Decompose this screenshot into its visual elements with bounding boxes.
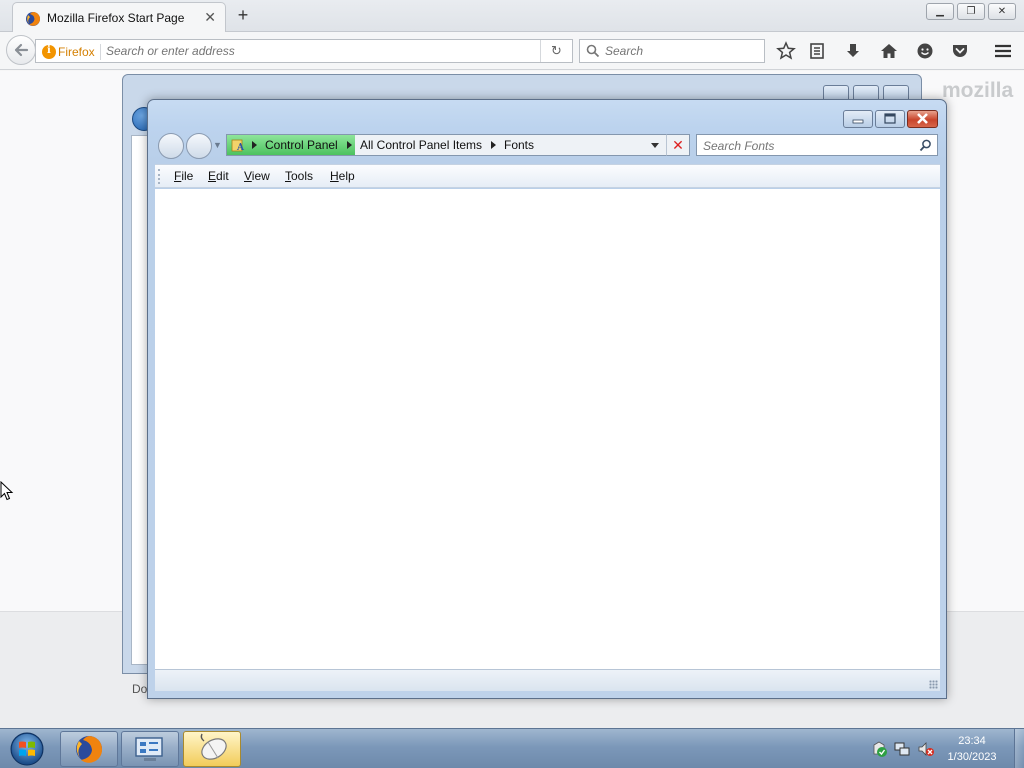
menu-file[interactable]: File xyxy=(174,169,193,183)
firefox-favicon-icon xyxy=(26,12,40,26)
show-desktop-button[interactable] xyxy=(1014,729,1024,768)
fonts-window[interactable]: ▼ A Control Panel All Control Panel Item… xyxy=(147,99,947,699)
tab-bar: Mozilla Firefox Start Page ✕ + ▁ ❐ ✕ xyxy=(0,0,1024,33)
tab-close-icon[interactable]: ✕ xyxy=(204,9,216,26)
taskbar: 23:34 1/30/2023 xyxy=(0,728,1024,768)
search-input[interactable] xyxy=(605,43,755,59)
back-button[interactable] xyxy=(158,133,184,159)
minimize-button[interactable]: ▁ xyxy=(926,3,954,20)
menu-tools[interactable]: Tools xyxy=(285,169,313,183)
menu-bar: File Edit View Tools Help xyxy=(155,164,940,188)
reload-icon[interactable]: ↻ xyxy=(540,40,572,62)
taskbar-fonts-window[interactable] xyxy=(183,731,241,767)
mouse-cursor-icon xyxy=(0,481,14,501)
fonts-content-pane[interactable] xyxy=(155,189,940,669)
menu-view-accel: V xyxy=(244,169,252,183)
clock[interactable]: 23:34 1/30/2023 xyxy=(937,733,1007,765)
taskbar-control-panel[interactable] xyxy=(121,731,179,767)
firefox-icon xyxy=(76,736,103,763)
menu-edit[interactable]: Edit xyxy=(208,169,229,183)
menu-help-label: elp xyxy=(338,169,355,183)
maximize-icon xyxy=(884,113,896,124)
breadcrumb-separator-icon[interactable] xyxy=(491,141,496,149)
forward-button[interactable] xyxy=(186,133,212,159)
search-fonts-input[interactable] xyxy=(703,138,903,153)
bookmark-star-icon[interactable] xyxy=(776,41,796,61)
control-panel-icon xyxy=(135,737,163,761)
recent-pages-icon[interactable]: ▼ xyxy=(213,140,222,150)
back-arrow-icon xyxy=(14,43,29,57)
menu-tools-label: ools xyxy=(291,169,314,183)
start-button[interactable] xyxy=(7,731,47,767)
back-button[interactable] xyxy=(6,35,36,65)
tab-title: Mozilla Firefox Start Page xyxy=(47,11,185,25)
volume-muted-icon[interactable] xyxy=(917,740,935,758)
fonts-maximize-button[interactable] xyxy=(875,110,905,128)
minimize-icon xyxy=(852,119,864,124)
windows-start-icon xyxy=(10,732,44,766)
menu-grip[interactable] xyxy=(158,169,160,184)
mouse-icon xyxy=(200,733,227,760)
hamburger-menu-icon[interactable] xyxy=(993,41,1013,61)
fonts-minimize-button[interactable] xyxy=(843,110,873,128)
new-tab-button[interactable]: + xyxy=(233,4,253,26)
menu-help-accel: H xyxy=(330,169,339,183)
menu-view-label: iew xyxy=(251,169,270,183)
status-bar xyxy=(155,669,940,691)
breadcrumb-control-panel[interactable]: Control Panel xyxy=(265,138,338,152)
search-bar[interactable] xyxy=(579,39,765,63)
taskbar-firefox[interactable] xyxy=(60,731,118,767)
close-icon xyxy=(917,113,928,124)
breadcrumb-separator-icon[interactable] xyxy=(347,141,352,149)
action-center-icon[interactable] xyxy=(870,740,888,758)
fonts-folder-icon: A xyxy=(231,139,245,152)
hello-chat-icon[interactable] xyxy=(915,41,935,61)
clock-time: 23:34 xyxy=(958,735,986,747)
downloads-icon[interactable] xyxy=(843,41,863,61)
info-icon xyxy=(42,44,56,59)
pocket-icon[interactable] xyxy=(950,41,970,61)
address-dropdown-icon[interactable] xyxy=(651,143,659,148)
home-icon[interactable] xyxy=(879,41,899,61)
search-box[interactable] xyxy=(696,134,938,156)
search-icon xyxy=(586,44,600,58)
navigation-toolbar: Firefox ↻ xyxy=(0,32,1024,70)
menu-edit-label: dit xyxy=(216,169,229,183)
stop-button[interactable]: ✕ xyxy=(666,134,690,156)
resize-grip-icon[interactable] xyxy=(929,680,938,689)
close-button[interactable]: ✕ xyxy=(988,3,1016,20)
fonts-close-button[interactable] xyxy=(907,110,938,128)
menu-view[interactable]: View xyxy=(244,169,270,183)
clock-date: 1/30/2023 xyxy=(947,751,997,763)
url-input[interactable] xyxy=(106,43,536,59)
network-icon[interactable] xyxy=(893,740,911,758)
identity-label: Firefox xyxy=(58,44,95,59)
menu-help[interactable]: Help xyxy=(330,169,355,183)
search-icon[interactable] xyxy=(919,139,932,152)
breadcrumb-fonts[interactable]: Fonts xyxy=(504,138,534,152)
url-bar[interactable]: Firefox ↻ xyxy=(35,39,573,63)
address-bar[interactable]: A Control Panel All Control Panel Items … xyxy=(226,134,690,156)
background-status-text: Do xyxy=(132,682,148,696)
breadcrumb-separator-icon[interactable] xyxy=(252,141,257,149)
menu-edit-accel: E xyxy=(208,169,217,183)
bookmarks-menu-icon[interactable] xyxy=(807,41,827,61)
svg-text:A: A xyxy=(236,143,245,152)
menu-file-label: ile xyxy=(181,169,194,183)
restore-button[interactable]: ❐ xyxy=(957,3,985,20)
breadcrumb-all-items[interactable]: All Control Panel Items xyxy=(360,138,482,152)
mozilla-watermark: mozilla xyxy=(942,79,1014,102)
identity-box[interactable]: Firefox xyxy=(42,44,101,60)
tab-firefox-start-page[interactable]: Mozilla Firefox Start Page ✕ xyxy=(12,2,226,33)
